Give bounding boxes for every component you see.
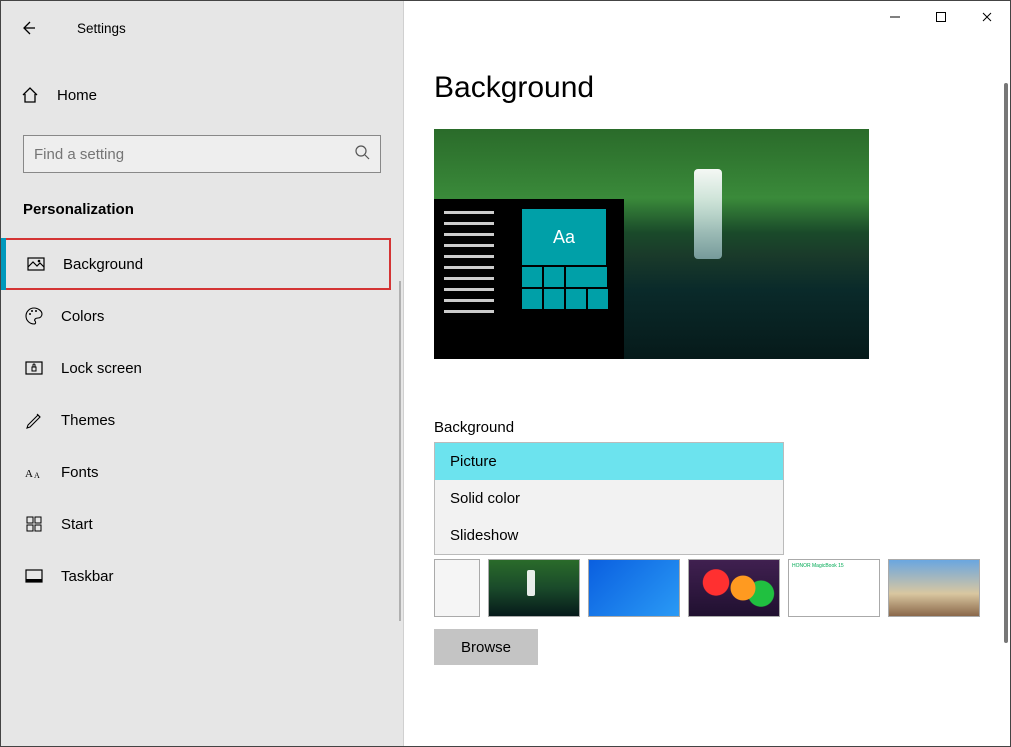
back-icon[interactable] — [19, 19, 37, 37]
home-icon — [19, 84, 41, 106]
lock-screen-icon — [23, 357, 45, 379]
sidebar-item-colors[interactable]: Colors — [1, 290, 403, 342]
background-field-label: Background — [434, 419, 1010, 436]
content-scrollbar[interactable] — [1004, 83, 1008, 643]
picture-thumb-2[interactable] — [588, 559, 680, 617]
picture-thumb-1[interactable] — [488, 559, 580, 617]
start-icon — [23, 513, 45, 535]
preview-tile-text: Aa — [522, 209, 606, 265]
fonts-icon: AA — [23, 461, 45, 483]
sidebar-item-label: Themes — [61, 412, 115, 429]
sidebar-item-label: Background — [63, 256, 143, 273]
home-nav[interactable]: Home — [1, 73, 403, 117]
sidebar-item-background[interactable]: Background — [1, 238, 391, 290]
picture-thumb-5[interactable] — [888, 559, 980, 617]
nav-list: Background Colors Lock screen Themes AA … — [1, 238, 403, 602]
close-button[interactable] — [964, 1, 1010, 33]
sidebar-item-start[interactable]: Start — [1, 498, 403, 550]
window-controls — [872, 1, 1010, 33]
preview-start-overlay: Aa — [434, 199, 624, 359]
sidebar-item-label: Fonts — [61, 464, 99, 481]
picture-thumbnails: HONOR MagicBook 15 — [434, 559, 1010, 617]
taskbar-icon — [23, 565, 45, 587]
desktop-preview: Aa — [434, 129, 869, 359]
background-dropdown[interactable]: Picture Solid color Slideshow — [434, 442, 784, 555]
search-input[interactable] — [34, 146, 354, 163]
sidebar: Settings Home Personalization Background… — [1, 1, 404, 746]
preview-waterfall — [694, 169, 722, 259]
sidebar-item-fonts[interactable]: AA Fonts — [1, 446, 403, 498]
sidebar-item-label: Lock screen — [61, 360, 142, 377]
dropdown-option-slideshow[interactable]: Slideshow — [435, 517, 783, 554]
page-title: Background — [434, 71, 1010, 105]
picture-thumb-partial[interactable] — [434, 559, 480, 617]
browse-button[interactable]: Browse — [434, 629, 538, 665]
home-label: Home — [57, 87, 97, 104]
app-title: Settings — [77, 21, 126, 36]
sidebar-scrollbar[interactable] — [399, 281, 401, 621]
maximize-button[interactable] — [918, 1, 964, 33]
category-label: Personalization — [1, 201, 403, 218]
content-pane: Background Aa Background Picture — [404, 1, 1010, 746]
sidebar-item-label: Start — [61, 516, 93, 533]
sidebar-item-themes[interactable]: Themes — [1, 394, 403, 446]
search-icon — [354, 144, 370, 165]
sidebar-item-taskbar[interactable]: Taskbar — [1, 550, 403, 602]
titlebar: Settings — [1, 13, 403, 43]
sidebar-item-label: Taskbar — [61, 568, 114, 585]
svg-text:A: A — [34, 471, 40, 480]
dropdown-option-picture[interactable]: Picture — [435, 443, 783, 480]
svg-text:A: A — [25, 468, 33, 480]
sidebar-item-lock-screen[interactable]: Lock screen — [1, 342, 403, 394]
preview-menu-lines — [444, 211, 494, 321]
themes-icon — [23, 409, 45, 431]
preview-tiles: Aa — [522, 209, 610, 309]
sidebar-item-label: Colors — [61, 308, 104, 325]
minimize-button[interactable] — [872, 1, 918, 33]
picture-icon — [25, 253, 47, 275]
picture-thumb-4[interactable]: HONOR MagicBook 15 — [788, 559, 880, 617]
palette-icon — [23, 305, 45, 327]
search-box[interactable] — [23, 135, 381, 173]
dropdown-option-solid-color[interactable]: Solid color — [435, 480, 783, 517]
picture-thumb-3[interactable] — [688, 559, 780, 617]
